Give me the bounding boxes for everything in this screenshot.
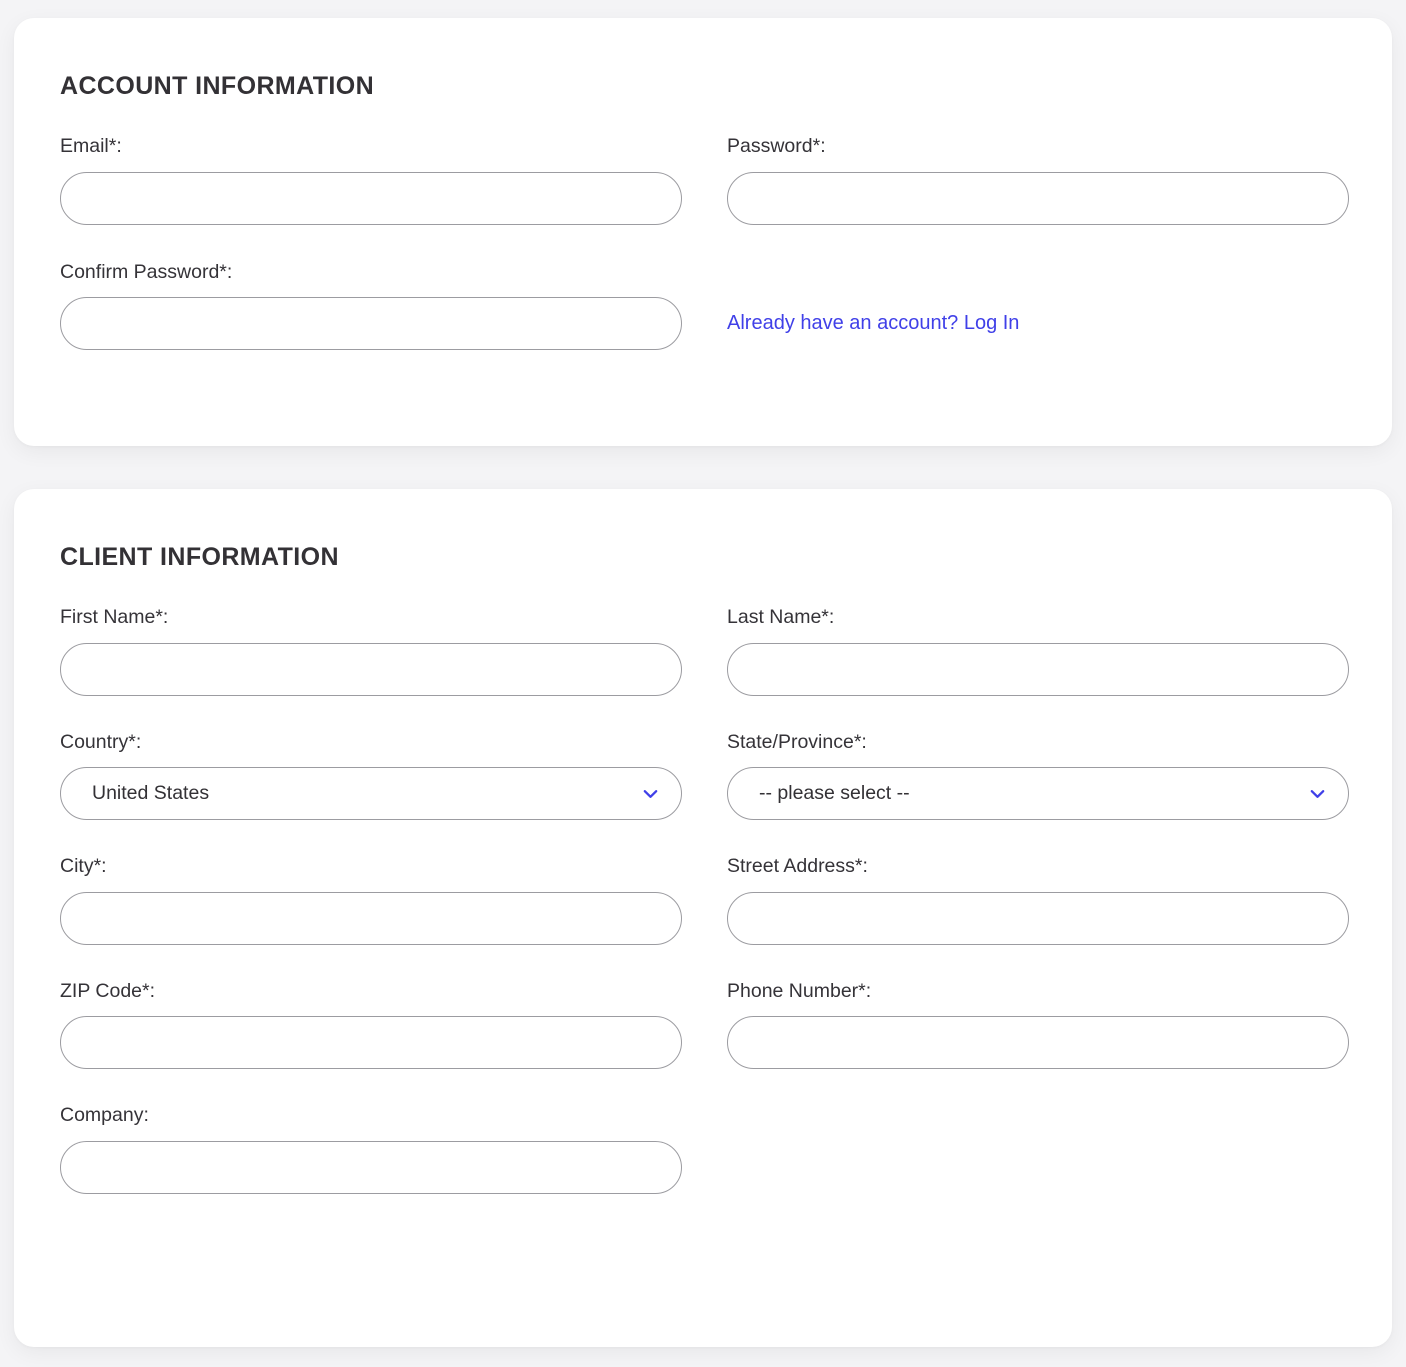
confirm-password-field-group: Confirm Password*: — [60, 263, 682, 351]
spacer — [60, 225, 1346, 263]
first-name-field-group: First Name*: — [60, 608, 682, 696]
client-row-address: City*: Street Address*: — [60, 857, 1346, 945]
spacer — [60, 696, 1346, 733]
account-information-card: ACCOUNT INFORMATION Email*: Password*: C… — [14, 18, 1392, 446]
client-row-name: First Name*: Last Name*: — [60, 608, 1346, 696]
client-row-location: Country*: United States State/Province*: — [60, 733, 1346, 821]
country-field-group: Country*: United States — [60, 733, 682, 821]
zip-code-field-group: ZIP Code*: — [60, 982, 682, 1070]
spacer — [60, 820, 1346, 857]
account-row-1: Email*: Password*: — [60, 137, 1346, 225]
street-address-input[interactable] — [727, 892, 1349, 945]
state-province-select[interactable]: -- please select -- — [727, 767, 1349, 820]
account-information-title: ACCOUNT INFORMATION — [60, 18, 1346, 101]
confirm-password-label: Confirm Password*: — [60, 263, 682, 283]
confirm-password-input[interactable] — [60, 297, 682, 350]
client-row-company: Company: — [60, 1106, 1346, 1194]
city-input[interactable] — [60, 892, 682, 945]
client-information-title: CLIENT INFORMATION — [60, 489, 1346, 572]
country-select[interactable]: United States — [60, 767, 682, 820]
street-address-field-group: Street Address*: — [727, 857, 1349, 945]
first-name-label: First Name*: — [60, 608, 682, 628]
company-field-group: Company: — [60, 1106, 682, 1194]
city-field-group: City*: — [60, 857, 682, 945]
country-select-wrap: United States — [60, 767, 682, 820]
last-name-label: Last Name*: — [727, 608, 1349, 628]
spacer — [60, 945, 1346, 982]
company-row-empty — [727, 1106, 1349, 1194]
phone-number-label: Phone Number*: — [727, 982, 1349, 1002]
email-input[interactable] — [60, 172, 682, 225]
login-link-slot: Already have an account? Log In — [727, 297, 1349, 350]
client-row-contact: ZIP Code*: Phone Number*: — [60, 982, 1346, 1070]
registration-page: ACCOUNT INFORMATION Email*: Password*: C… — [0, 0, 1406, 1367]
country-selected-value: United States — [92, 782, 209, 805]
phone-number-input[interactable] — [727, 1016, 1349, 1069]
city-label: City*: — [60, 857, 682, 877]
first-name-input[interactable] — [60, 643, 682, 696]
login-link[interactable]: Already have an account? Log In — [727, 312, 1019, 335]
state-province-select-wrap: -- please select -- — [727, 767, 1349, 820]
password-label: Password*: — [727, 137, 1349, 157]
street-address-label: Street Address*: — [727, 857, 1349, 877]
company-label: Company: — [60, 1106, 682, 1126]
password-input[interactable] — [727, 172, 1349, 225]
country-label: Country*: — [60, 733, 682, 753]
zip-code-input[interactable] — [60, 1016, 682, 1069]
login-link-group: Already have an account? Log In — [727, 263, 1349, 351]
password-field-group: Password*: — [727, 137, 1349, 225]
state-province-label: State/Province*: — [727, 733, 1349, 753]
last-name-input[interactable] — [727, 643, 1349, 696]
account-row-2: Confirm Password*: Already have an accou… — [60, 263, 1346, 351]
email-field-group: Email*: — [60, 137, 682, 225]
client-information-card: CLIENT INFORMATION First Name*: Last Nam… — [14, 489, 1392, 1347]
email-label: Email*: — [60, 137, 682, 157]
phone-number-field-group: Phone Number*: — [727, 982, 1349, 1070]
company-input[interactable] — [60, 1141, 682, 1194]
account-fields: Email*: Password*: Confirm Password*: — [60, 101, 1346, 350]
client-fields: First Name*: Last Name*: Country*: Unite… — [60, 572, 1346, 1194]
state-province-field-group: State/Province*: -- please select -- — [727, 733, 1349, 821]
spacer — [60, 1069, 1346, 1106]
last-name-field-group: Last Name*: — [727, 608, 1349, 696]
zip-code-label: ZIP Code*: — [60, 982, 682, 1002]
state-province-selected-value: -- please select -- — [759, 782, 910, 805]
